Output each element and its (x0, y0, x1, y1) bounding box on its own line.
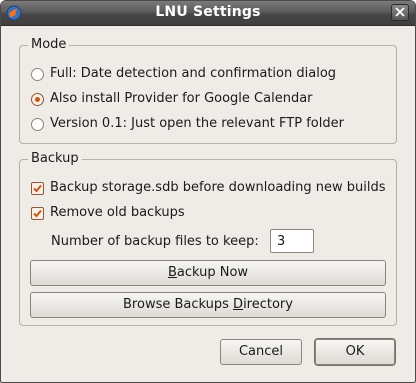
title-bar[interactable]: LNU Settings (1, 1, 415, 26)
mode-group: Mode Full: Date detection and confirmati… (19, 37, 397, 144)
settings-dialog: LNU Settings Mode Full: Date detection a… (0, 0, 416, 383)
remove-old-checkbox[interactable] (31, 207, 44, 220)
backup-legend: Backup (28, 151, 82, 167)
window-title: LNU Settings (155, 4, 261, 20)
checkbox-label: Backup storage.sdb before downloading ne… (50, 180, 386, 195)
mode-option-label: Full: Date detection and confirmation di… (50, 66, 337, 81)
cancel-button[interactable]: Cancel (220, 339, 302, 365)
backup-storage-checkbox[interactable] (31, 182, 44, 195)
radio-google[interactable] (31, 93, 44, 106)
radio-full[interactable] (31, 68, 44, 81)
backup-now-label: ackup Now (176, 265, 249, 280)
keep-count-label: Number of backup files to keep: (51, 234, 259, 249)
mode-legend: Mode (28, 37, 70, 53)
keep-count-input[interactable] (270, 229, 314, 253)
backup-now-mnemonic: B (167, 265, 177, 280)
checkbox-label: Remove old backups (50, 205, 185, 220)
ok-button[interactable]: OK (315, 339, 395, 365)
mode-option-label: Version 0.1: Just open the relevant FTP … (50, 116, 344, 131)
browse-label-start: Browse Backups (123, 297, 234, 312)
checkmark-icon (33, 209, 42, 218)
close-button[interactable] (391, 4, 409, 21)
radio-v01[interactable] (31, 118, 44, 131)
close-icon (395, 7, 405, 17)
browse-mnemonic: D (233, 297, 244, 312)
browse-label-end: irectory (243, 297, 293, 312)
checkmark-icon (33, 184, 42, 193)
browse-backups-button[interactable]: Browse Backups Directory (30, 292, 386, 318)
mode-option-label: Also install Provider for Google Calenda… (50, 91, 313, 106)
backup-now-button[interactable]: Backup Now (30, 260, 386, 286)
